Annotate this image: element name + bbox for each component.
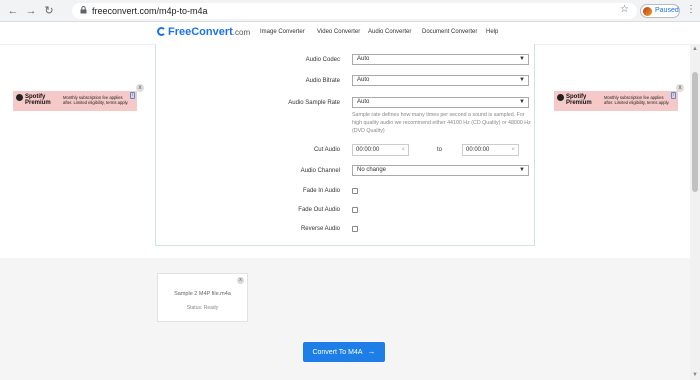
audio-sample-rate-label: Audio Sample Rate bbox=[288, 100, 340, 106]
file-status: Status: Ready bbox=[186, 305, 219, 311]
clear-icon[interactable]: × bbox=[511, 145, 515, 155]
ad-text: Monthly subscription fee applies after. … bbox=[63, 95, 129, 105]
audio-channel-label: Audio Channel bbox=[300, 168, 340, 174]
remove-file-icon[interactable]: x bbox=[237, 277, 244, 284]
chevron-down-icon: ▼ bbox=[519, 99, 525, 105]
chevron-down-icon: ▼ bbox=[519, 56, 525, 62]
page-scrollbar[interactable]: ▲ ▼ bbox=[690, 44, 700, 380]
convert-button-label: Convert To M4A bbox=[312, 349, 363, 356]
forward-icon[interactable]: → bbox=[24, 4, 38, 18]
cut-end-input[interactable]: 00:00:00 × bbox=[462, 144, 519, 156]
url-text: freeconvert.com/m4p-to-m4a bbox=[92, 6, 208, 16]
reload-icon[interactable]: ↻ bbox=[42, 4, 56, 18]
audio-bitrate-label: Audio Bitrate bbox=[305, 78, 340, 84]
chevron-down-icon: ▼ bbox=[519, 77, 525, 83]
scroll-up-icon[interactable]: ▲ bbox=[692, 46, 698, 52]
reverse-audio-checkbox[interactable] bbox=[352, 226, 358, 232]
scroll-thumb[interactable] bbox=[692, 72, 698, 192]
audio-codec-label: Audio Codec bbox=[305, 57, 340, 63]
left-ad-close-icon[interactable]: x bbox=[136, 84, 144, 92]
logo-text: FreeConvert bbox=[168, 26, 233, 38]
right-ad-banner[interactable]: Spotify Premium Monthly subscription fee … bbox=[554, 91, 678, 111]
back-icon[interactable]: ← bbox=[6, 4, 20, 18]
bookmark-star-icon[interactable]: ☆ bbox=[620, 4, 629, 15]
reverse-audio-label: Reverse Audio bbox=[300, 226, 340, 232]
audio-bitrate-value: Auto bbox=[357, 77, 370, 83]
cut-start-input[interactable]: 00:00:00 × bbox=[352, 144, 409, 156]
profile-status: Paused bbox=[655, 7, 679, 14]
ad-text: Monthly subscription fee applies after. … bbox=[604, 95, 670, 105]
cut-to-label: to bbox=[437, 147, 443, 153]
logo-icon bbox=[157, 27, 166, 36]
audio-codec-value: Auto bbox=[357, 56, 370, 62]
nav-audio-converter[interactable]: Audio Converter bbox=[368, 29, 411, 35]
file-name: Sample 2 M4P file.m4a bbox=[174, 291, 231, 297]
left-ad-banner[interactable]: Spotify Premium Monthly subscription fee … bbox=[13, 91, 137, 111]
chevron-down-icon: ▼ bbox=[519, 167, 525, 173]
fade-in-label: Fade In Audio bbox=[302, 188, 340, 194]
avatar bbox=[643, 7, 652, 16]
nav-video-converter[interactable]: Video Converter bbox=[317, 29, 360, 35]
spotify-logo-icon bbox=[16, 94, 23, 101]
ad-info-icon[interactable]: i bbox=[670, 92, 676, 99]
spotify-logo-icon bbox=[557, 94, 564, 101]
audio-bitrate-select[interactable]: Auto ▼ bbox=[352, 75, 529, 86]
address-bar[interactable]: freeconvert.com/m4p-to-m4a ☆ bbox=[72, 3, 637, 19]
audio-channel-value: No change bbox=[357, 167, 387, 173]
nav-help[interactable]: Help bbox=[486, 29, 498, 35]
sample-rate-hint: Sample rate defines how many times per s… bbox=[352, 112, 531, 134]
fade-out-label: Fade Out Audio bbox=[298, 207, 340, 213]
audio-codec-select[interactable]: Auto ▼ bbox=[352, 54, 529, 65]
fade-out-checkbox[interactable] bbox=[352, 207, 358, 213]
site-header: FreeConvert.com Image Converter Video Co… bbox=[0, 22, 690, 45]
nav-document-converter[interactable]: Document Converter bbox=[422, 29, 477, 35]
cut-audio-label: Cut Audio bbox=[313, 147, 340, 153]
browser-toolbar: ← → ↻ freeconvert.com/m4p-to-m4a ☆ Pause… bbox=[0, 0, 700, 22]
cut-start-value: 00:00:00 bbox=[356, 147, 380, 153]
file-card: x Sample 2 M4P file.m4a Status: Ready bbox=[157, 273, 248, 322]
audio-sample-rate-value: Auto bbox=[357, 99, 370, 105]
profile-button[interactable]: Paused bbox=[640, 4, 680, 18]
audio-sample-rate-select[interactable]: Auto ▼ bbox=[352, 97, 529, 108]
logo-suffix: .com bbox=[232, 28, 251, 37]
convert-button[interactable]: Convert To M4A → bbox=[303, 342, 385, 362]
clear-icon[interactable]: × bbox=[401, 145, 405, 155]
browser-menu-icon[interactable]: ⋮ bbox=[686, 4, 696, 15]
ad-brand: Spotify Premium bbox=[25, 94, 51, 106]
scroll-down-icon[interactable]: ▼ bbox=[692, 372, 698, 378]
cut-end-value: 00:00:00 bbox=[466, 147, 490, 153]
site-logo[interactable]: FreeConvert.com bbox=[157, 26, 250, 38]
ad-info-icon[interactable]: i bbox=[129, 92, 135, 99]
ad-brand: Spotify Premium bbox=[566, 94, 592, 106]
arrow-right-icon: → bbox=[367, 347, 376, 356]
fade-in-checkbox[interactable] bbox=[352, 188, 358, 194]
lock-icon bbox=[80, 6, 87, 14]
nav-image-converter[interactable]: Image Converter bbox=[260, 29, 305, 35]
audio-channel-select[interactable]: No change ▼ bbox=[352, 165, 529, 176]
